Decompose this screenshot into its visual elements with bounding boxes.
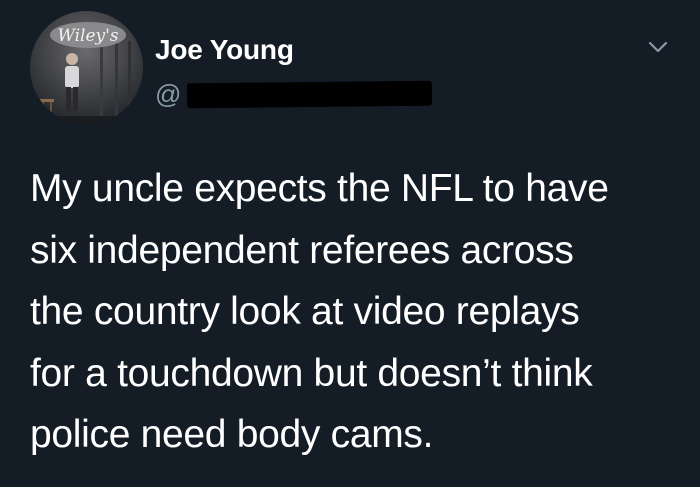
handle-at-symbol: @ [155,78,182,109]
chevron-down-icon[interactable] [647,36,669,58]
tweet-text-line: six independent referees across [30,228,574,272]
avatar[interactable]: Wiley's [30,11,143,124]
tweet-text-line: for a touchdown but doesn’t think [30,351,593,395]
author-display-name[interactable]: Joe Young [155,34,294,66]
tweet-text-line: the country look at video replays [30,290,580,333]
handle-redaction-bar [187,80,433,108]
avatar-sign-text: Wiley's [57,26,118,46]
tweet-text: My uncle expects the NFL to have six ind… [30,158,680,466]
author-handle[interactable]: @ [155,78,433,110]
tweet-text-line: My uncle expects the NFL to have [30,167,609,210]
avatar-photo: Wiley's [30,11,143,124]
tweet-text-line: police need body cams. [30,413,434,456]
tweet-card: Wiley's Joe Young @ My uncle expects the… [0,0,700,487]
